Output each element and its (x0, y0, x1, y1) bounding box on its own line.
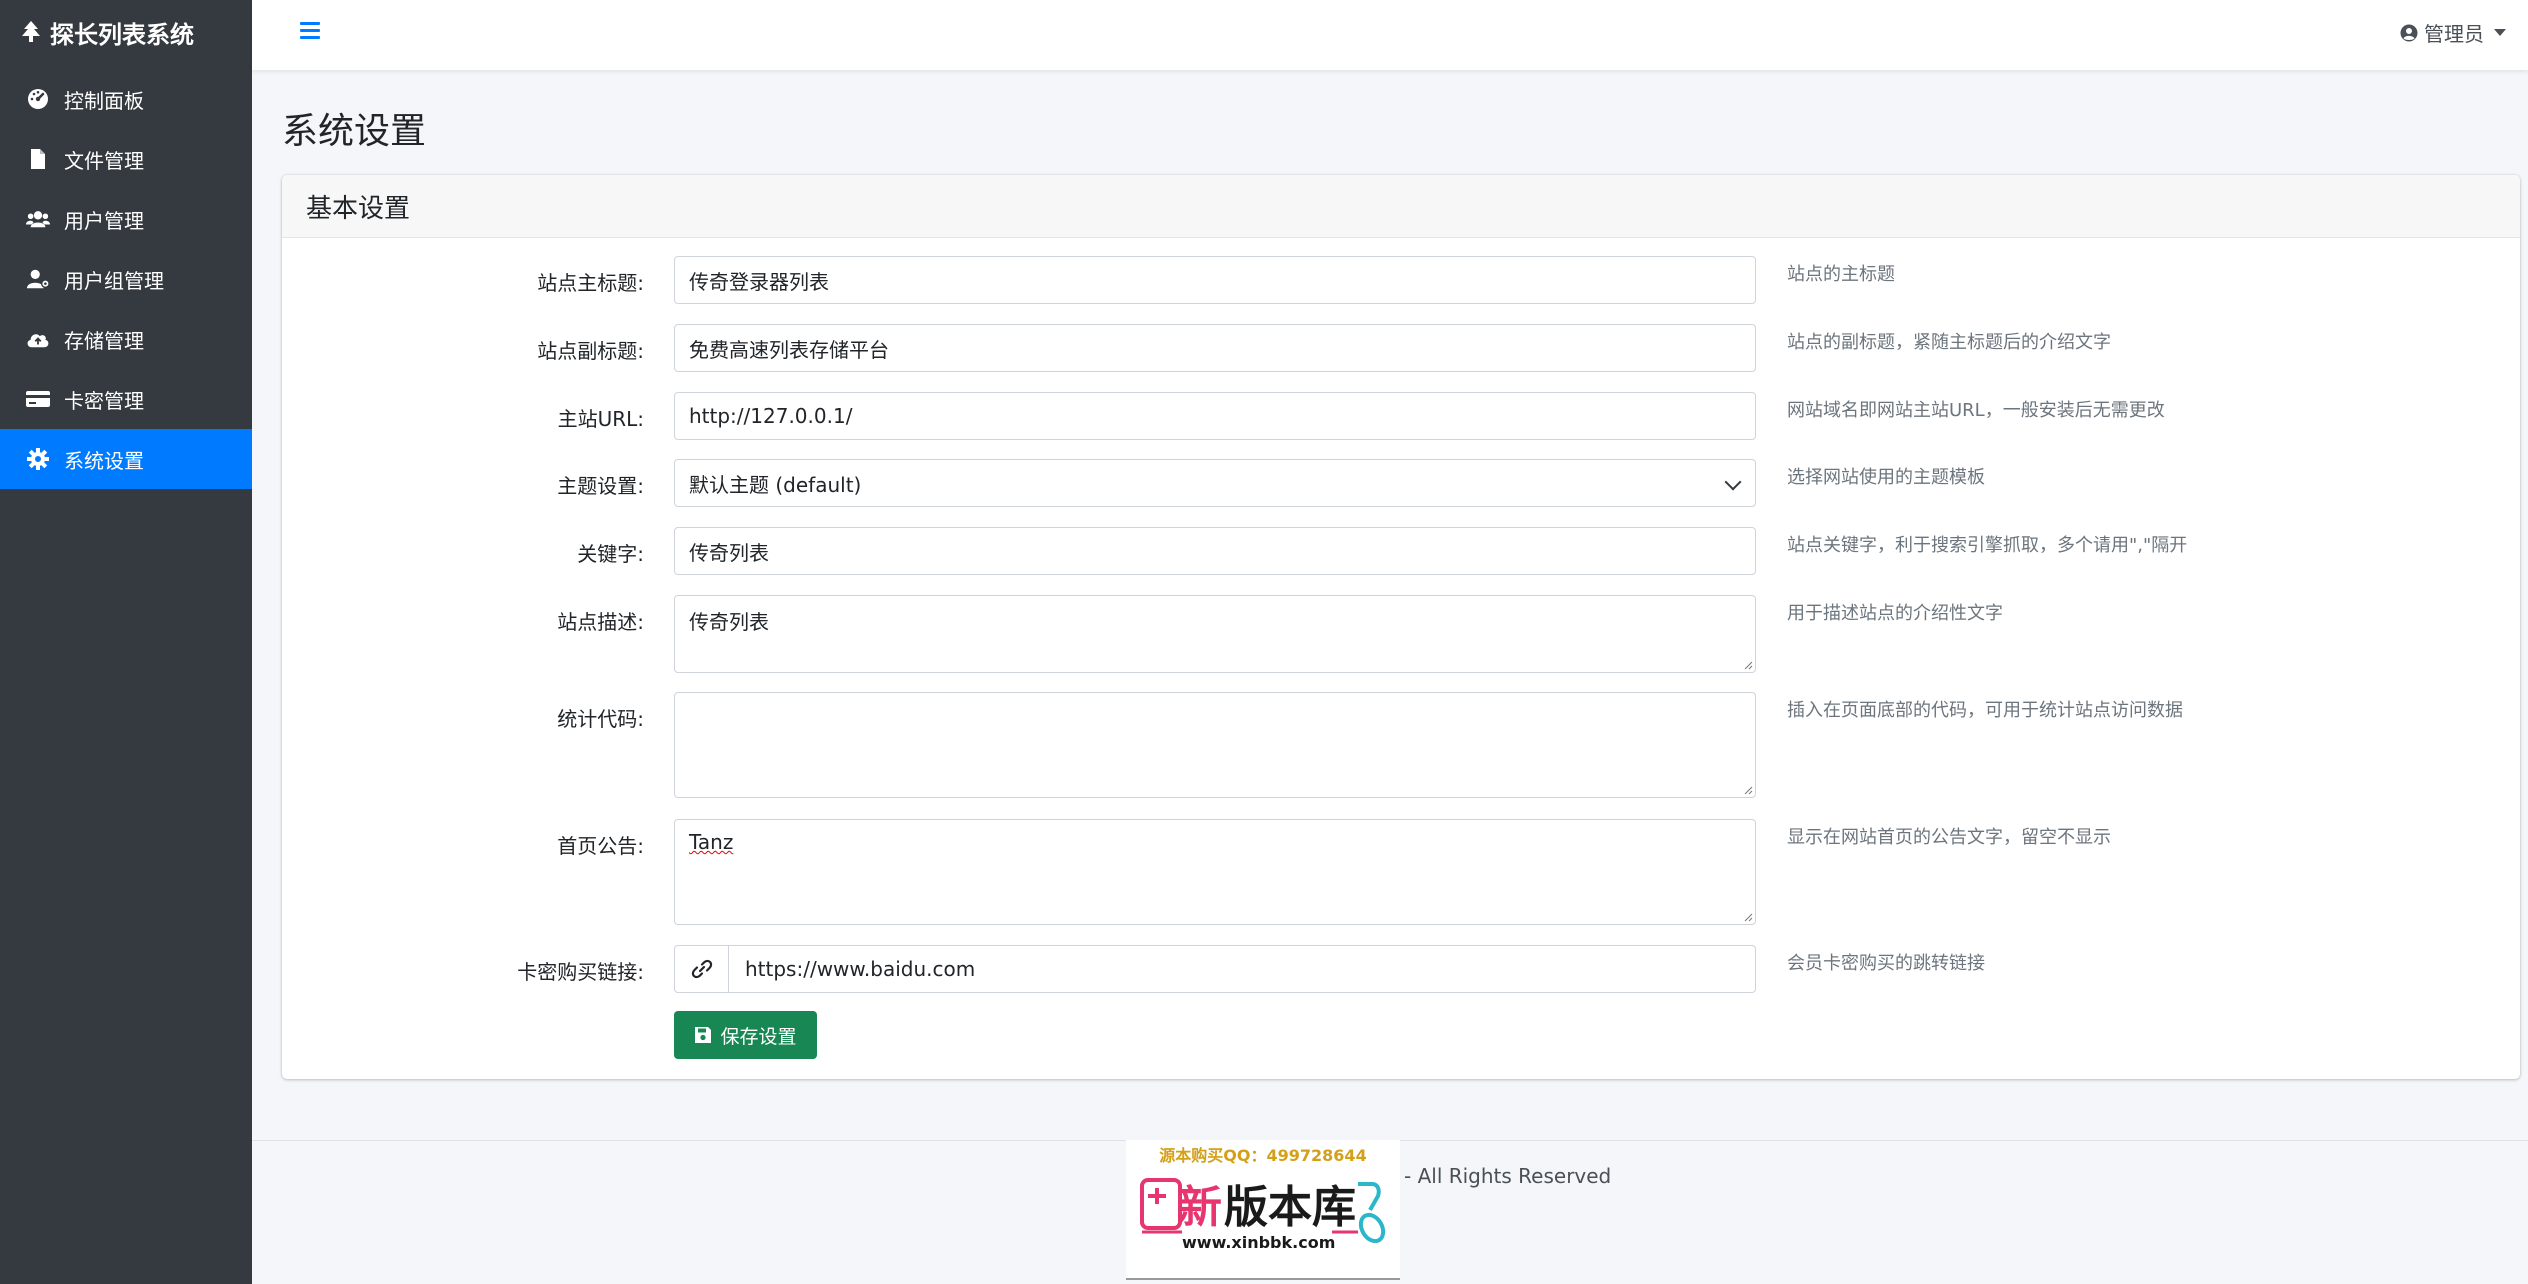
site-subtitle-input[interactable]: 免费高速列表存储平台 (674, 324, 1756, 372)
brand[interactable]: 探长列表系统 (0, 0, 252, 64)
site-url-label: 主站URL: (557, 407, 644, 431)
sidebar-item-label: 存储管理 (64, 328, 144, 353)
sidebar-item-files[interactable]: 文件管理 (0, 129, 252, 189)
notice-textarea[interactable]: Tanz (674, 819, 1756, 925)
caret-down-icon (2494, 29, 2506, 36)
sidebar-item-users[interactable]: 用户管理 (0, 189, 252, 249)
cloud-upload-icon (26, 327, 50, 351)
watermark-logo: 源本购买QQ：499728644 新 版本库 www.xinbbk.com (1126, 1140, 1400, 1280)
sidebar-item-user-groups[interactable]: 用户组管理 (0, 249, 252, 309)
card-link-group: https://www.baidu.com (674, 945, 1756, 993)
sidebar-item-label: 文件管理 (64, 148, 144, 173)
file-icon (26, 147, 50, 171)
watermark-qq: 源本购买QQ：499728644 (1159, 1146, 1367, 1165)
description-value: 传奇列表 (689, 610, 769, 634)
card-link-help: 会员卡密购买的跳转链接 (1787, 953, 1985, 974)
sidebar-item-settings[interactable]: 系统设置 (0, 429, 252, 489)
keywords-label: 关键字: (577, 542, 644, 566)
sidebar-item-label: 控制面板 (64, 88, 144, 113)
svg-text:新: 新 (1178, 1182, 1222, 1233)
keywords-input[interactable]: 传奇列表 (674, 527, 1756, 575)
sidebar-item-label: 系统设置 (64, 448, 144, 473)
sidebar: 探长列表系统 控制面板 文件管理 用户管理 用户组管理 存储管理 卡密管理 系统… (0, 0, 252, 1284)
stats-code-textarea[interactable] (674, 692, 1756, 798)
notice-help: 显示在网站首页的公告文字，留空不显示 (1787, 827, 2111, 848)
watermark-brand-logo: 新 版本库 www.xinbbk.com (1140, 1178, 1386, 1252)
notice-label: 首页公告: (557, 834, 644, 858)
site-subtitle-help: 站点的副标题，紧随主标题后的介绍文字 (1787, 332, 2111, 353)
page-title: 系统设置 (282, 111, 427, 152)
site-url-help: 网站域名即网站主站URL，一般安装后无需更改 (1787, 400, 2165, 421)
description-label: 站点描述: (557, 610, 644, 634)
chevron-down-icon (1724, 473, 1742, 491)
site-subtitle-label: 站点副标题: (537, 339, 644, 363)
link-icon (691, 959, 712, 979)
sidebar-item-label: 卡密管理 (64, 388, 144, 413)
site-url-input[interactable]: http://127.0.0.1/ (674, 392, 1756, 440)
svg-text:版本库: 版本库 (1224, 1182, 1356, 1233)
resize-grip-icon[interactable] (1743, 912, 1753, 922)
stats-code-label: 统计代码: (557, 707, 644, 731)
card-link-input[interactable]: https://www.baidu.com (729, 945, 1756, 993)
user-name: 管理员 (2424, 22, 2484, 46)
topbar: 管理员 (252, 0, 2528, 70)
site-title-help: 站点的主标题 (1787, 264, 1895, 285)
theme-selected-value: 默认主题 (default) (689, 472, 862, 497)
stats-code-help: 插入在页面底部的代码，可用于统计站点访问数据 (1787, 700, 2183, 721)
resize-grip-icon[interactable] (1743, 785, 1753, 795)
theme-help: 选择网站使用的主题模板 (1787, 467, 1985, 488)
user-gear-icon (26, 267, 50, 291)
sidebar-item-storage[interactable]: 存储管理 (0, 309, 252, 369)
site-title-label: 站点主标题: (537, 271, 644, 295)
sidebar-item-label: 用户组管理 (64, 268, 164, 293)
link-addon (674, 945, 729, 993)
card-header: 基本设置 (282, 175, 2520, 238)
site-title-input[interactable]: 传奇登录器列表 (674, 256, 1756, 304)
floppy-disk-icon (695, 1027, 712, 1043)
users-icon (26, 207, 50, 231)
resize-grip-icon[interactable] (1743, 660, 1753, 670)
credit-card-icon (26, 387, 50, 411)
notice-value: Tanz (689, 830, 734, 854)
sidebar-item-label: 用户管理 (64, 208, 144, 233)
settings-card: 基本设置 站点主标题: 传奇登录器列表 站点的主标题 站点副标题: 免费高速列表… (282, 175, 2520, 1079)
description-textarea[interactable]: 传奇列表 (674, 595, 1756, 673)
keywords-help: 站点关键字，利于搜索引擎抓取，多个请用","隔开 (1787, 535, 2188, 556)
card-link-label: 卡密购买链接: (517, 960, 644, 984)
brand-title: 探长列表系统 (50, 20, 194, 49)
theme-select[interactable]: 默认主题 (default) (674, 459, 1756, 507)
user-menu[interactable]: 管理员 (2400, 18, 2506, 47)
save-button[interactable]: 保存设置 (674, 1011, 817, 1059)
footer-text: - All Rights Reserved (1404, 1164, 1612, 1188)
sidebar-item-cards[interactable]: 卡密管理 (0, 369, 252, 429)
menu-toggle-icon[interactable] (300, 22, 320, 40)
theme-label: 主题设置: (557, 474, 644, 498)
user-circle-icon (2400, 24, 2418, 41)
sidebar-item-dashboard[interactable]: 控制面板 (0, 69, 252, 129)
svg-text:www.xinbbk.com: www.xinbbk.com (1182, 1233, 1335, 1252)
save-button-label: 保存设置 (720, 1025, 797, 1048)
gauge-icon (26, 87, 50, 111)
description-help: 用于描述站点的介绍性文字 (1787, 603, 2003, 624)
tree-icon (22, 21, 40, 42)
gear-icon (26, 447, 50, 471)
